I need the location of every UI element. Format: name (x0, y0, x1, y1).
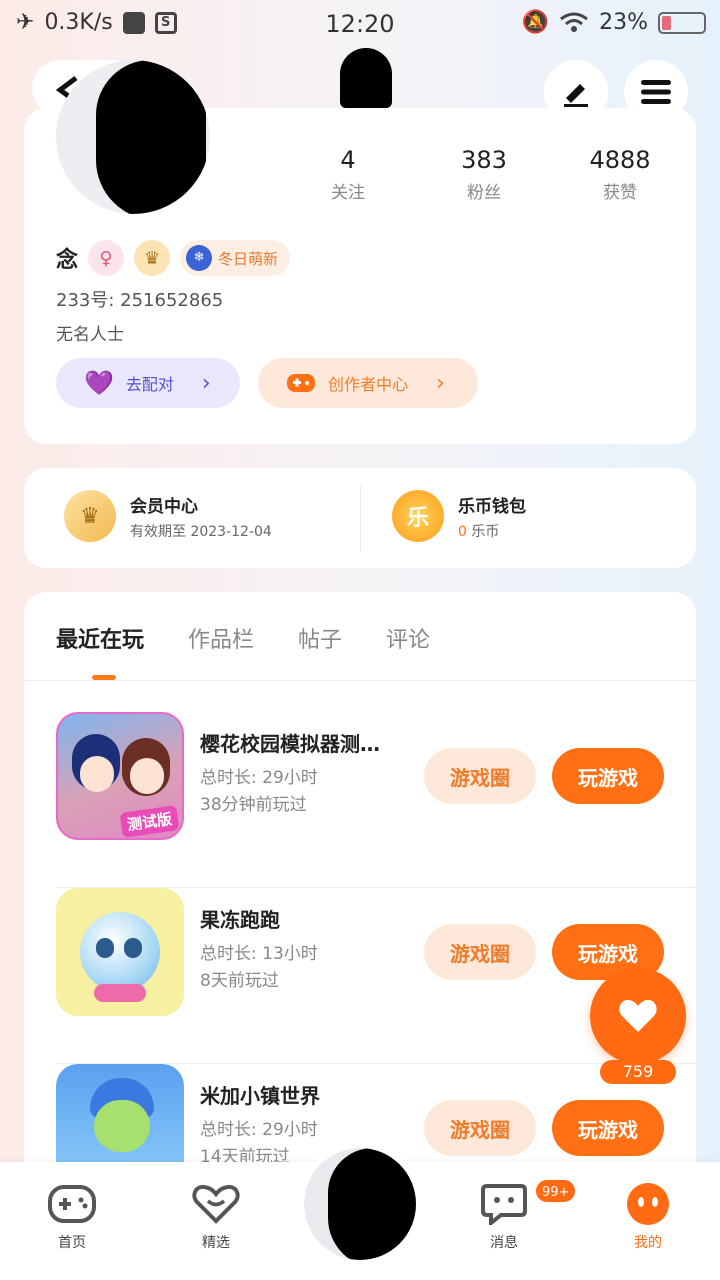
member-center-title: 会员中心 (130, 496, 198, 517)
nav-home[interactable]: 首页 (22, 1182, 122, 1252)
creator-center-label: 创作者中心 (328, 375, 409, 394)
match-button-label: 去配对 (125, 375, 174, 394)
profile-avatar[interactable] (56, 60, 210, 214)
fans-count: 383 (461, 146, 507, 174)
uid-row[interactable]: 233号: 251652865 (56, 286, 223, 312)
likes-label: 获赞 (603, 183, 637, 203)
vip-divider (360, 484, 361, 552)
member-center-expiry: 有效期至 2023-12-04 (130, 523, 272, 540)
messages-badge: 99+ (534, 1178, 578, 1204)
tab-posts[interactable]: 帖子 (298, 622, 342, 654)
chat-icon: 99+ (480, 1178, 578, 1226)
battery-percent: 23% (599, 10, 648, 35)
tab-recent[interactable]: 最近在玩 (56, 622, 144, 654)
stat-likes[interactable]: 4888 获赞 (560, 146, 680, 203)
female-icon[interactable]: ♀ (88, 240, 125, 276)
tab-bar: 最近在玩 作品栏 帖子 评论 (56, 622, 430, 654)
game-title: 米加小镇世界 (200, 1084, 320, 1108)
game-title: 樱花校园模拟器测… (200, 732, 380, 756)
game-info: 果冻跑跑 总时长: 13小时 8天前玩过 (200, 904, 400, 991)
test-version-label: 测试版 (119, 805, 180, 838)
member-center[interactable]: ♛ 会员中心 有效期至 2023-12-04 (64, 490, 272, 542)
mute-icon: 🔕 (521, 10, 550, 35)
wallet-unit: 乐币 (471, 523, 500, 540)
game-circle-button[interactable]: 游戏圈 (424, 1100, 536, 1156)
user-name: 念 (56, 248, 79, 273)
face-icon (624, 1182, 672, 1226)
nav-center-avatar[interactable] (304, 1140, 416, 1260)
game-icon-jelly[interactable] (56, 888, 184, 1016)
tab-works[interactable]: 作品栏 (188, 622, 254, 654)
menu-icon (641, 80, 671, 104)
wallet-title: 乐币钱包 (458, 496, 526, 517)
tab-comments[interactable]: 评论 (386, 622, 430, 654)
nav-mine-label: 我的 (634, 1235, 662, 1251)
chevron-right-icon: › (436, 370, 445, 396)
nav-featured[interactable]: 精选 (166, 1182, 266, 1252)
stat-fans[interactable]: 383 粉丝 (424, 146, 544, 203)
game-row[interactable]: 测试版 樱花校园模拟器测… 总时长: 29小时 38分钟前玩过 游戏圈 玩游戏 (56, 712, 696, 888)
heart-icon (619, 999, 657, 1032)
play-game-button[interactable]: 玩游戏 (552, 1100, 664, 1156)
wifi-icon (560, 12, 589, 32)
nav-mine[interactable]: 我的 (598, 1182, 698, 1252)
pen-icon (564, 84, 588, 107)
game-title: 果冻跑跑 (200, 908, 280, 932)
tabs-divider (24, 680, 696, 681)
battery-icon (658, 11, 706, 34)
wallet[interactable]: 乐 乐币钱包 0 乐币 (392, 490, 526, 542)
game-circle-button[interactable]: 游戏圈 (424, 748, 536, 804)
following-label: 关注 (331, 183, 365, 203)
name-row: 念 ♀ ♛ ❄ 冬日萌新 (56, 240, 291, 276)
signature: 无名人士 (56, 325, 124, 345)
crown-icon[interactable]: ♛ (134, 240, 171, 276)
game-last-played: 8天前玩过 (200, 971, 279, 991)
vip-card: ♛ 会员中心 有效期至 2023-12-04 乐 乐币钱包 0 乐币 (24, 468, 696, 568)
nav-featured-label: 精选 (202, 1235, 230, 1251)
game-duration: 总时长: 13小时 (200, 944, 318, 964)
status-bar: ✈ 0.3K/s S 12:20 🔕 23% (0, 0, 720, 48)
game-duration: 总时长: 29小时 (200, 768, 318, 788)
hearts-icon: 💜 (84, 369, 114, 397)
game-info: 樱花校园模拟器测… 总时长: 29小时 38分钟前玩过 (200, 728, 400, 815)
game-duration: 总时长: 29小时 (200, 1120, 318, 1140)
snowflake-icon: ❄ (186, 245, 213, 271)
status-right: 🔕 23% (522, 10, 706, 35)
chevron-right-icon: › (201, 370, 211, 396)
like-count: 759 (600, 1060, 676, 1084)
following-count: 4 (340, 146, 356, 174)
play-game-button[interactable]: 玩游戏 (552, 748, 664, 804)
header-avatar (340, 48, 392, 108)
wallet-amount: 0 (458, 523, 467, 540)
like-fab-button[interactable] (590, 968, 686, 1064)
heart-outline-icon (192, 1182, 240, 1226)
nav-messages-label: 消息 (490, 1235, 518, 1251)
center-avatar (304, 1148, 416, 1260)
likes-count: 4888 (589, 146, 651, 174)
stat-following[interactable]: 4 关注 (288, 146, 408, 203)
avatar-silhouette (96, 60, 206, 214)
uid-label: 233号: (56, 290, 115, 311)
title-badge[interactable]: ❄ 冬日萌新 (180, 240, 291, 276)
gamepad-icon (287, 374, 315, 392)
coin-icon: 乐 (392, 490, 444, 542)
game-circle-button[interactable]: 游戏圈 (424, 924, 536, 980)
gamepad-icon (48, 1182, 96, 1226)
title-badge-label: 冬日萌新 (218, 249, 279, 268)
crown-icon: ♛ (64, 490, 116, 542)
nav-home-label: 首页 (58, 1235, 86, 1251)
creator-center-button[interactable]: 创作者中心 › (258, 358, 478, 408)
wallet-balance: 0 乐币 (458, 521, 526, 541)
game-last-played: 38分钟前玩过 (200, 795, 307, 815)
uid-value: 251652865 (120, 290, 224, 311)
nav-messages[interactable]: 99+ 消息 (454, 1178, 578, 1252)
game-icon-sakura[interactable]: 测试版 (56, 712, 184, 840)
fans-label: 粉丝 (467, 183, 501, 203)
match-button[interactable]: 💜 去配对 › (56, 358, 240, 408)
